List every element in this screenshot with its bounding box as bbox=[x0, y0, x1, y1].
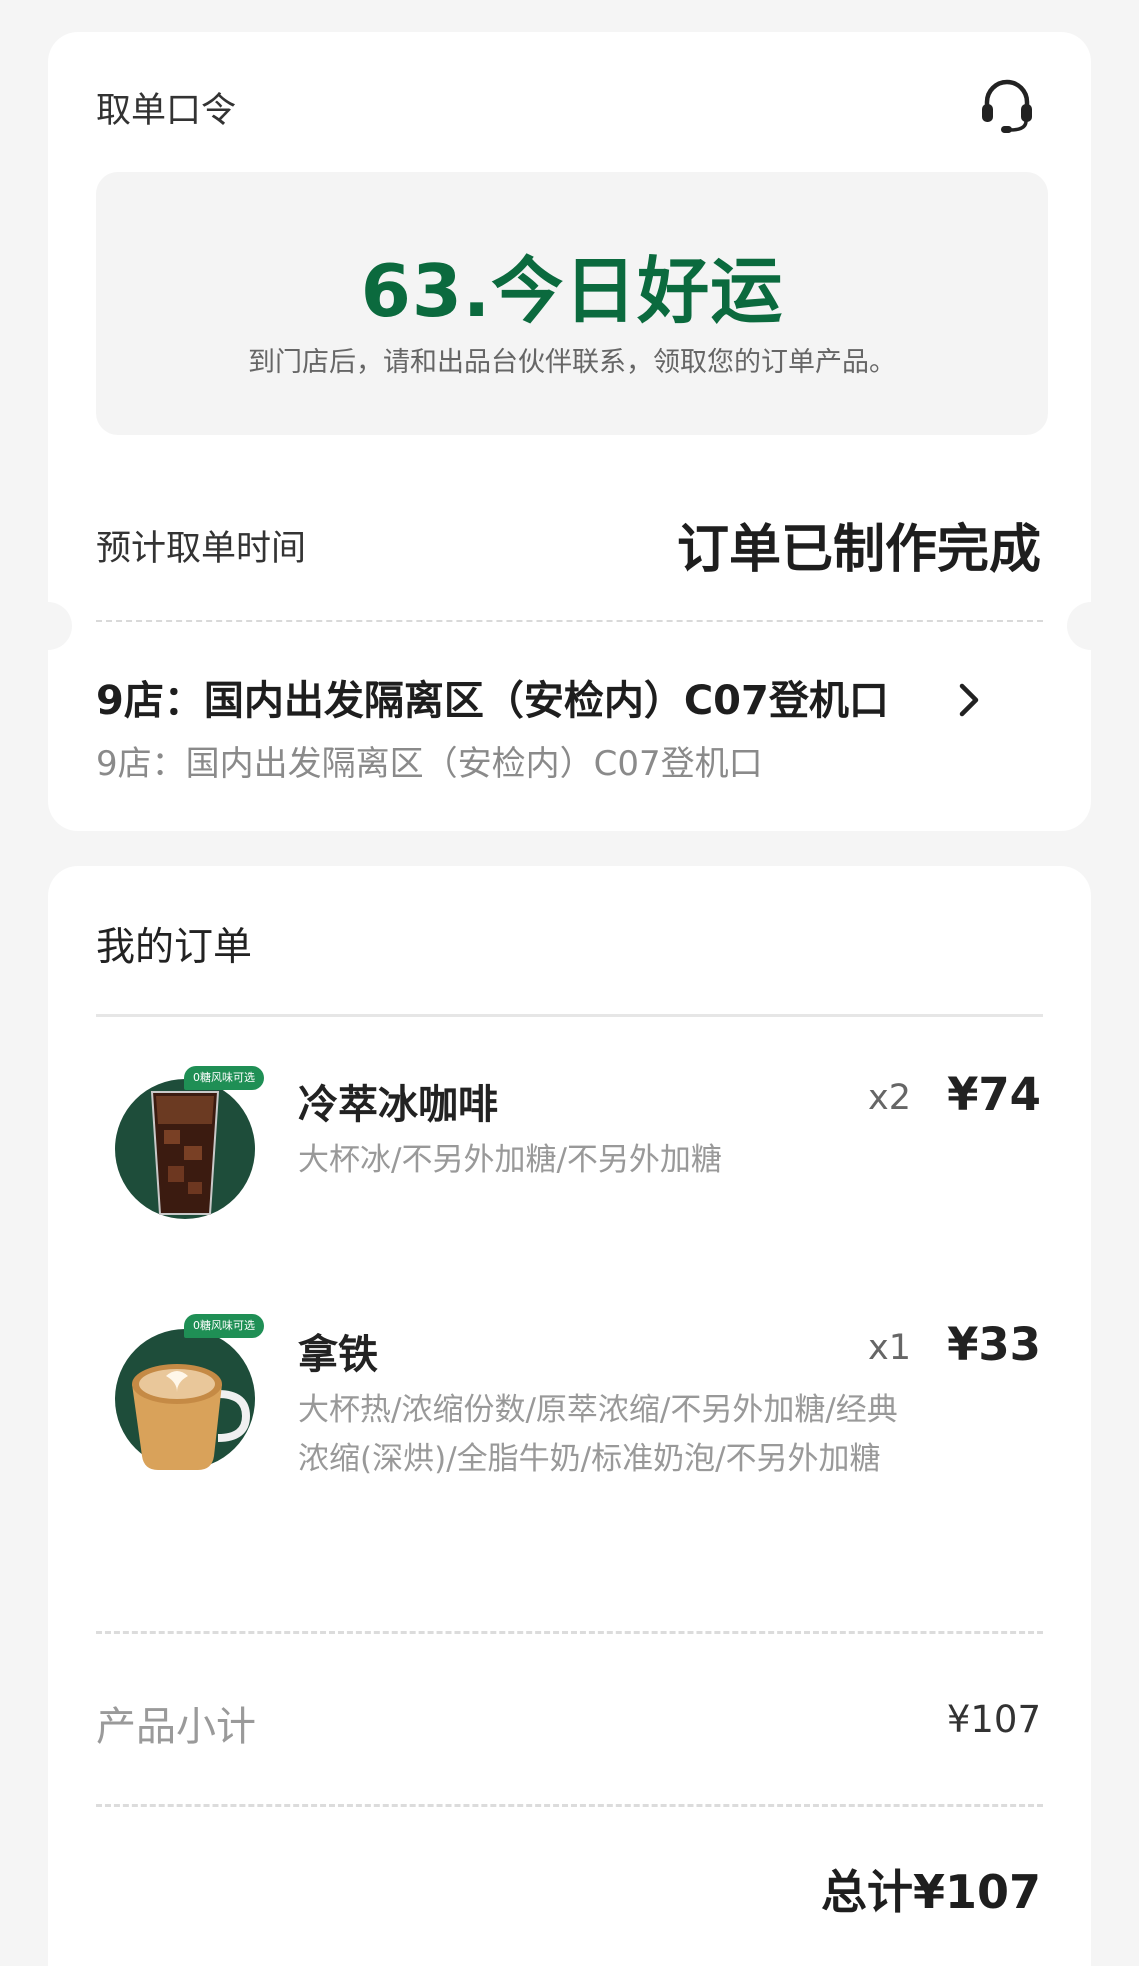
order-title: 我的订单 bbox=[96, 925, 253, 970]
order-divider bbox=[96, 1014, 1043, 1017]
pickup-code: 63.今日好运 bbox=[360, 249, 784, 333]
store-address: 9店：国内出发隔离区（安检内）C07登机口 bbox=[96, 744, 763, 784]
headset-icon[interactable] bbox=[977, 74, 1037, 134]
pickup-code-label: 取单口令 bbox=[96, 91, 237, 131]
promo-tag: 0糖风味可选 bbox=[184, 1314, 264, 1338]
item-name: 拿铁 bbox=[298, 1332, 378, 1378]
eta-label: 预计取单时间 bbox=[96, 529, 307, 569]
item-quantity: x1 bbox=[868, 1328, 911, 1368]
total-divider bbox=[96, 1804, 1043, 1807]
order-card: 我的订单 0糖风味可选 冷萃冰咖啡 x2 ¥74 大杯冰/不另外加糖/不另外加糖… bbox=[48, 866, 1091, 1966]
item-name: 冷萃冰咖啡 bbox=[298, 1082, 498, 1128]
subtotal-divider bbox=[96, 1631, 1043, 1634]
pickup-code-hint: 到门店后，请和出品台伙伴联系，领取您的订单产品。 bbox=[248, 347, 896, 378]
ticket-notch-right bbox=[1067, 602, 1091, 650]
pickup-code-box: 63.今日好运 到门店后，请和出品台伙伴联系，领取您的订单产品。 bbox=[96, 172, 1048, 435]
ticket-divider bbox=[96, 620, 1043, 622]
latte-image bbox=[115, 1329, 255, 1470]
order-status: 订单已制作完成 bbox=[676, 520, 1041, 580]
item-quantity: x2 bbox=[868, 1078, 911, 1118]
item-price: ¥33 bbox=[947, 1318, 1041, 1371]
item-price: ¥74 bbox=[947, 1068, 1041, 1121]
order-total: 总计¥107 bbox=[820, 1865, 1041, 1919]
item-options: 大杯冰/不另外加糖/不另外加糖 bbox=[298, 1142, 722, 1178]
subtotal-value: ¥107 bbox=[946, 1698, 1041, 1741]
store-name-link[interactable]: 9店：国内出发隔离区（安检内）C07登机口 bbox=[96, 668, 889, 726]
pickup-card: 取单口令 63.今日好运 到门店后，请和出品台伙伴联系，领取您的订单产品。 预计… bbox=[48, 32, 1091, 831]
ticket-notch-left bbox=[48, 602, 72, 650]
item-options: 大杯热/浓缩份数/原萃浓缩/不另外加糖/经典浓缩(深烘)/全脂牛奶/标准奶泡/不… bbox=[298, 1392, 898, 1477]
subtotal-label: 产品小计 bbox=[96, 1704, 256, 1750]
promo-tag: 0糖风味可选 bbox=[184, 1066, 264, 1090]
chevron-right-icon[interactable] bbox=[954, 680, 984, 720]
cold-brew-image bbox=[115, 1079, 255, 1219]
